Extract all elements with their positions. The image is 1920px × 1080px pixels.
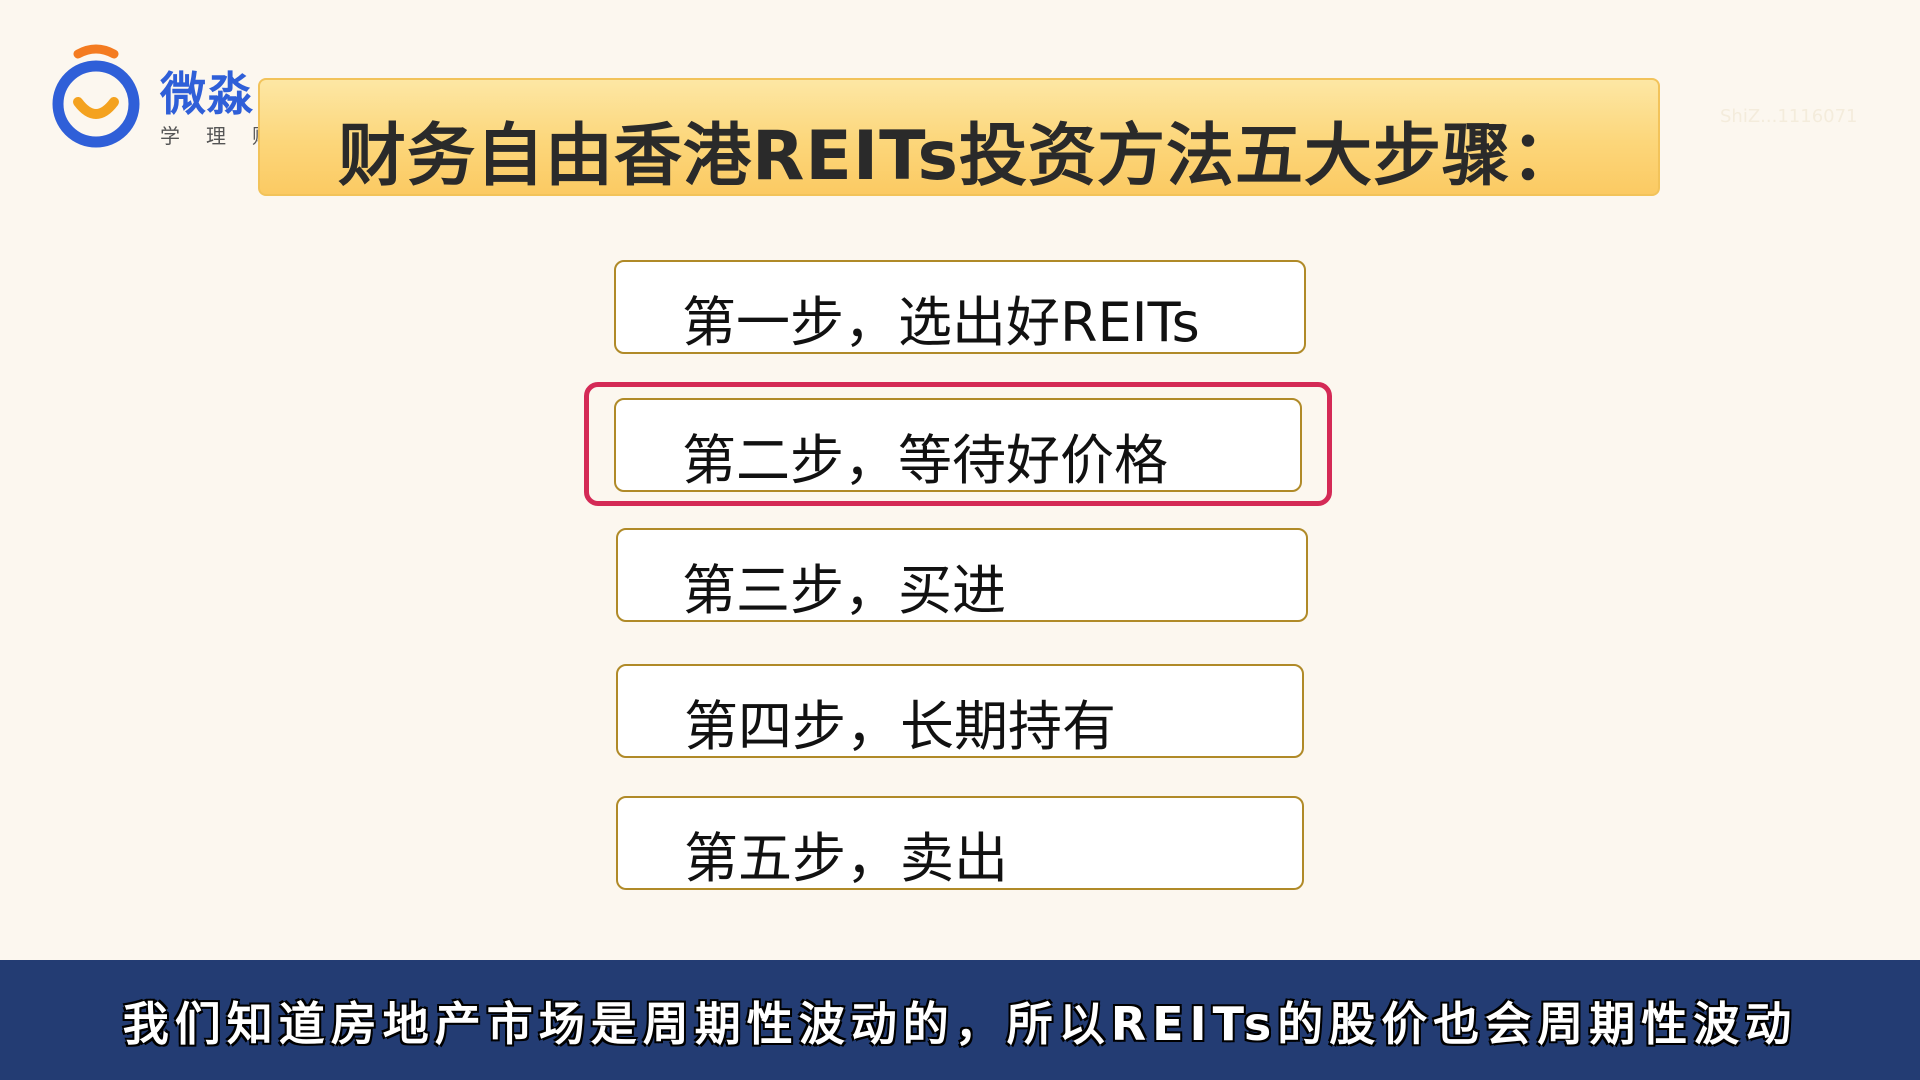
step-4-box[interactable]: 第四步，长期持有 (616, 664, 1304, 758)
step-1-label: 第一步，选出好REITs (682, 291, 1200, 354)
step-1-box[interactable]: 第一步，选出好REITs (614, 260, 1306, 354)
step-5-box[interactable]: 第五步，卖出 (616, 796, 1304, 890)
watermark-id: ShiZ...1116071 (1720, 106, 1858, 127)
page-title: 财务自由香港REITs投资方法五大步骤： (338, 117, 1580, 196)
step-5-label: 第五步，卖出 (684, 827, 1008, 890)
step-2-box[interactable]: 第二步，等待好价格 (614, 398, 1302, 492)
step-3-label: 第三步，买进 (682, 559, 1006, 622)
logo-smile-icon (52, 44, 140, 148)
subtitle-text: 我们知道房地产市场是周期性波动的，所以REITs的股价也会周期性波动 (122, 997, 1798, 1051)
step-3-box[interactable]: 第三步，买进 (616, 528, 1308, 622)
step-2-label: 第二步，等待好价格 (682, 429, 1168, 492)
step-4-label: 第四步，长期持有 (684, 695, 1116, 758)
logo-name: 微淼 (160, 67, 254, 121)
subtitle-bar: 我们知道房地产市场是周期性波动的，所以REITs的股价也会周期性波动 (0, 960, 1920, 1080)
title-banner: 财务自由香港REITs投资方法五大步骤： (258, 78, 1660, 196)
